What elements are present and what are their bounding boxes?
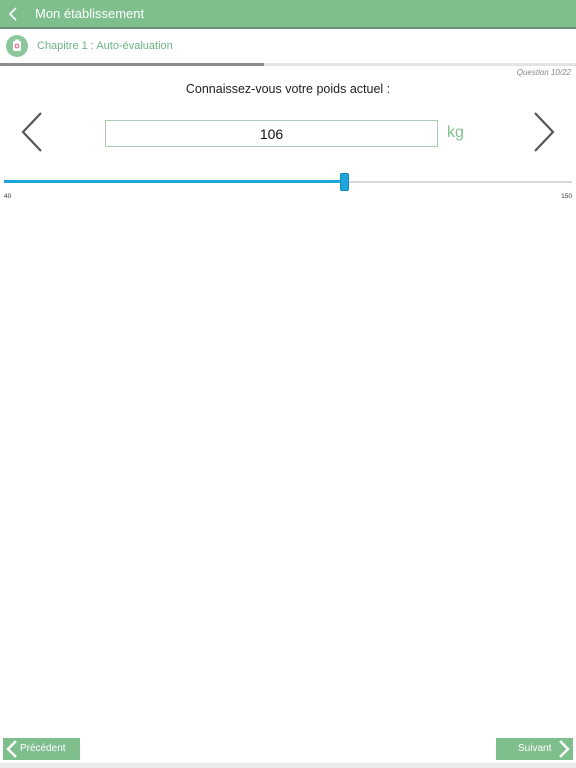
weight-slider[interactable] bbox=[4, 172, 572, 192]
previous-button-label: Précédent bbox=[20, 743, 66, 754]
next-button-label: Suivant bbox=[518, 743, 552, 754]
chevron-left-icon bbox=[6, 740, 17, 758]
chevron-left-icon[interactable] bbox=[19, 110, 45, 154]
slider-thumb[interactable] bbox=[340, 173, 350, 191]
bottom-strip bbox=[0, 763, 576, 768]
chapter-header: Chapitre 1 : Auto-évaluation bbox=[0, 29, 576, 63]
next-button[interactable]: Suivant bbox=[496, 738, 573, 760]
slider-fill bbox=[4, 180, 345, 183]
progress-bar bbox=[0, 63, 576, 66]
weight-input[interactable] bbox=[105, 120, 438, 147]
slider-min-label: 40 bbox=[4, 193, 12, 200]
question-text: Connaissez-vous votre poids actuel : bbox=[185, 82, 391, 96]
chevron-right-icon[interactable] bbox=[531, 110, 557, 154]
medical-kit-icon bbox=[6, 35, 28, 57]
question-counter: Question 10/22 bbox=[516, 68, 571, 77]
unit-label: kg bbox=[447, 124, 464, 141]
slider-max-label: 150 bbox=[561, 193, 572, 200]
chevron-right-icon bbox=[559, 740, 570, 758]
previous-button[interactable]: Précédent bbox=[3, 738, 80, 760]
chevron-left-icon[interactable] bbox=[6, 4, 22, 24]
navbar-title: Mon établissement bbox=[35, 6, 145, 21]
progress-bar-fill bbox=[0, 63, 264, 66]
top-navbar: Mon établissement bbox=[0, 0, 576, 27]
chapter-title: Chapitre 1 : Auto-évaluation bbox=[37, 40, 173, 52]
